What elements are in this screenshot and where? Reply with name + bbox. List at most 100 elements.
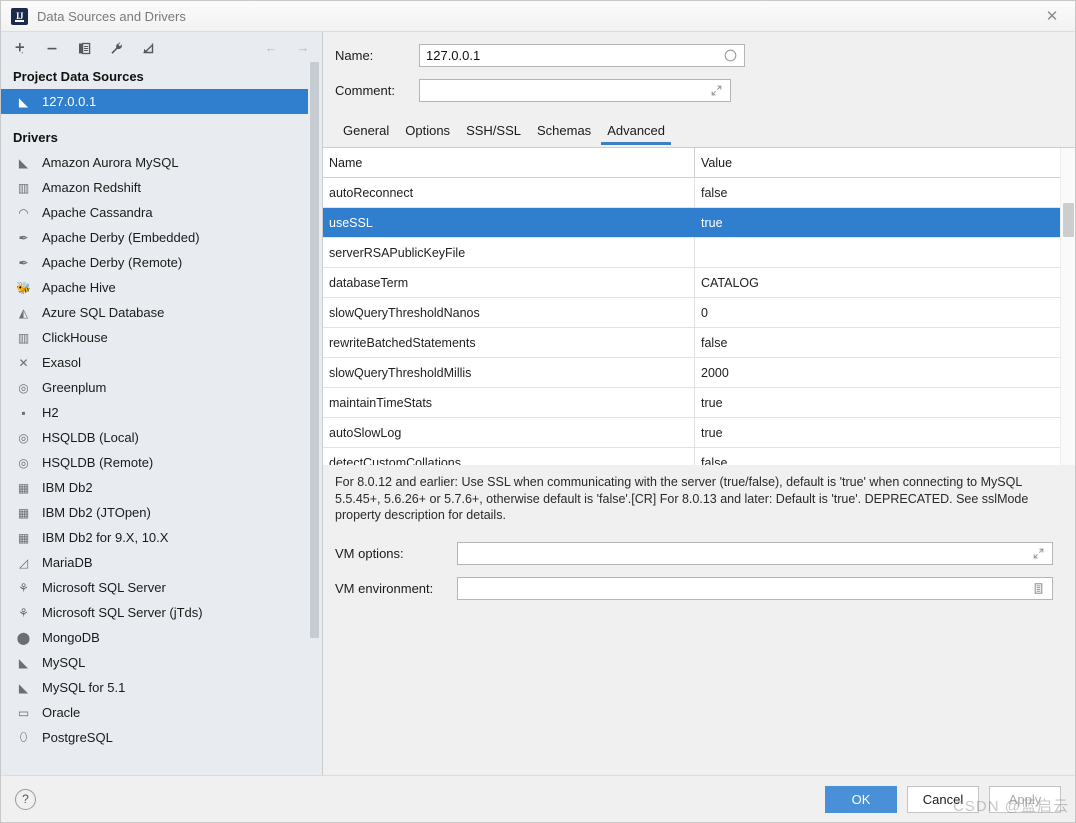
comment-row: Comment: [335,79,1063,102]
driver-item-label: Exasol [42,355,82,370]
table-scrollbar-thumb[interactable] [1063,203,1074,237]
back-button[interactable]: ← [262,39,280,57]
table-row[interactable]: useSSL true [323,208,1060,238]
expand-icon[interactable] [708,83,724,99]
name-input[interactable]: 127.0.0.1 [419,44,745,67]
driver-item-apache-hive[interactable]: 🐝 Apache Hive [1,275,308,300]
cell-property-value[interactable]: 2000 [695,358,1060,387]
table-row[interactable]: slowQueryThresholdMillis 2000 [323,358,1060,388]
tab-general[interactable]: General [335,120,397,145]
drivers-header: Drivers [13,130,58,145]
circle-status-icon[interactable] [722,48,738,64]
cell-property-name: slowQueryThresholdNanos [323,298,695,327]
add-button[interactable] [11,39,29,57]
cell-property-value[interactable]: false [695,448,1060,466]
drivers-list: ◣ Amazon Aurora MySQL ▥ Amazon Redshift ◠ Apa… [1,150,308,750]
driver-item-greenplum[interactable]: ◎ Greenplum [1,375,308,400]
cell-property-value[interactable]: true [695,208,1060,237]
settings-wrench-icon[interactable] [107,39,125,57]
table-row[interactable]: autoReconnect false [323,178,1060,208]
mysql-icon: ◣ [18,155,29,170]
column-header-name[interactable]: Name [323,148,695,177]
driver-item-label: Greenplum [42,380,107,395]
cassandra-icon: ◠ [18,205,29,220]
list-edit-icon[interactable] [1030,580,1046,596]
driver-item-microsoft-sql-server-jtds[interactable]: ⚘ Microsoft SQL Server (jTds) [1,600,308,625]
driver-item-azure-sql-database[interactable]: ◭ Azure SQL Database [1,300,308,325]
column-header-value[interactable]: Value [695,148,1060,177]
driver-item-clickhouse[interactable]: ▥ ClickHouse [1,325,308,350]
driver-item-hsqldb-remote[interactable]: ◎ HSQLDB (Remote) [1,450,308,475]
cell-property-name: useSSL [323,208,695,237]
expand-icon[interactable] [1030,545,1046,561]
driver-item-mysql[interactable]: ◣ MySQL [1,650,308,675]
driver-item-label: Oracle [42,705,81,720]
remove-button[interactable] [43,39,61,57]
sidebar-scrollbar-thumb[interactable] [310,62,319,638]
tab-options[interactable]: Options [397,120,458,145]
redshift-icon: ▥ [17,180,30,195]
driver-item-apache-derby-remote[interactable]: ✒ Apache Derby (Remote) [1,250,308,275]
driver-item-label: Apache Hive [42,280,116,295]
cell-property-value[interactable]: true [695,418,1060,447]
tab-advanced[interactable]: Advanced [599,120,673,145]
table-row[interactable]: databaseTerm CATALOG [323,268,1060,298]
sidebar-scrollbar[interactable] [308,32,321,775]
apply-button[interactable]: Apply [989,785,1061,813]
comment-input[interactable] [419,79,731,102]
cancel-button[interactable]: Cancel [907,785,979,813]
cell-property-value[interactable]: CATALOG [695,268,1060,297]
ok-button[interactable]: OK [825,785,897,813]
driver-item-exasol[interactable]: ✕ Exasol [1,350,308,375]
name-row: Name: 127.0.0.1 [335,44,1063,67]
driver-item-mongodb[interactable]: ⬤ MongoDB [1,625,308,650]
driver-item-amazon-aurora-mysql[interactable]: ◣ Amazon Aurora MySQL [1,150,308,175]
vm-environment-label: VM environment: [335,580,434,596]
data-sources-dialog: IJ Data Sources and Drivers ✕ ← → Projec… [0,0,1076,823]
hive-icon: 🐝 [16,280,31,295]
vm-environment-input[interactable] [457,576,1053,600]
driver-item-ibm-db2[interactable]: ▦ IBM Db2 [1,475,308,500]
help-button[interactable]: ? [15,788,36,810]
table-row[interactable]: autoSlowLog true [323,418,1060,448]
driver-item-ibm-db2-jtopen[interactable]: ▦ IBM Db2 (JTOpen) [1,500,308,525]
table-row[interactable]: maintainTimeStats true [323,388,1060,418]
tab-ssh-ssl[interactable]: SSH/SSL [458,120,529,145]
driver-item-apache-derby-embedded[interactable]: ✒ Apache Derby (Embedded) [1,225,308,250]
dialog-footer: ? OK Cancel Apply CSDN @蓝启云 [1,775,1075,822]
table-scrollbar[interactable] [1060,148,1075,465]
driver-item-label: Apache Derby (Embedded) [42,230,200,245]
copy-button[interactable] [75,39,93,57]
driver-item-label: IBM Db2 for 9.X, 10.X [42,530,169,545]
cell-property-value[interactable]: false [695,178,1060,207]
close-icon[interactable]: ✕ [1029,1,1075,31]
cell-property-value[interactable] [695,238,1060,267]
driver-item-microsoft-sql-server[interactable]: ⚘ Microsoft SQL Server [1,575,308,600]
oracle-icon: ▭ [17,705,30,720]
tab-schemas[interactable]: Schemas [529,120,599,145]
table-row[interactable]: serverRSAPublicKeyFile [323,238,1060,268]
cell-property-value[interactable]: false [695,328,1060,357]
driver-item-mysql-for-5-1[interactable]: ◣ MySQL for 5.1 [1,675,308,700]
driver-item-hsqldb-local[interactable]: ◎ HSQLDB (Local) [1,425,308,450]
driver-item-h2[interactable]: ▪ H2 [1,400,308,425]
driver-item-amazon-redshift[interactable]: ▥ Amazon Redshift [1,175,308,200]
table-row[interactable]: rewriteBatchedStatements false [323,328,1060,358]
driver-item-ibm-db2-for-9-x-10-x[interactable]: ▦ IBM Db2 for 9.X, 10.X [1,525,308,550]
driver-item-postgresql[interactable]: ⬯ PostgreSQL [1,725,308,750]
cell-property-value[interactable]: 0 [695,298,1060,327]
table-row[interactable]: detectCustomCollations false [323,448,1060,465]
cell-property-name: rewriteBatchedStatements [323,328,695,357]
intellij-icon: IJ [11,7,28,25]
driver-item-oracle[interactable]: ▭ Oracle [1,700,308,725]
driver-item-label: IBM Db2 [42,480,93,495]
cell-property-value[interactable]: true [695,388,1060,417]
data-source-item-127-0-0-1[interactable]: ◣ 127.0.0.1 [1,89,308,114]
vm-options-input[interactable] [457,541,1053,565]
vm-options-label: VM options: [335,545,404,561]
import-button[interactable] [139,39,157,57]
table-row[interactable]: slowQueryThresholdNanos 0 [323,298,1060,328]
db2-icon: ▦ [17,480,30,495]
driver-item-apache-cassandra[interactable]: ◠ Apache Cassandra [1,200,308,225]
driver-item-mariadb[interactable]: ◿ MariaDB [1,550,308,575]
